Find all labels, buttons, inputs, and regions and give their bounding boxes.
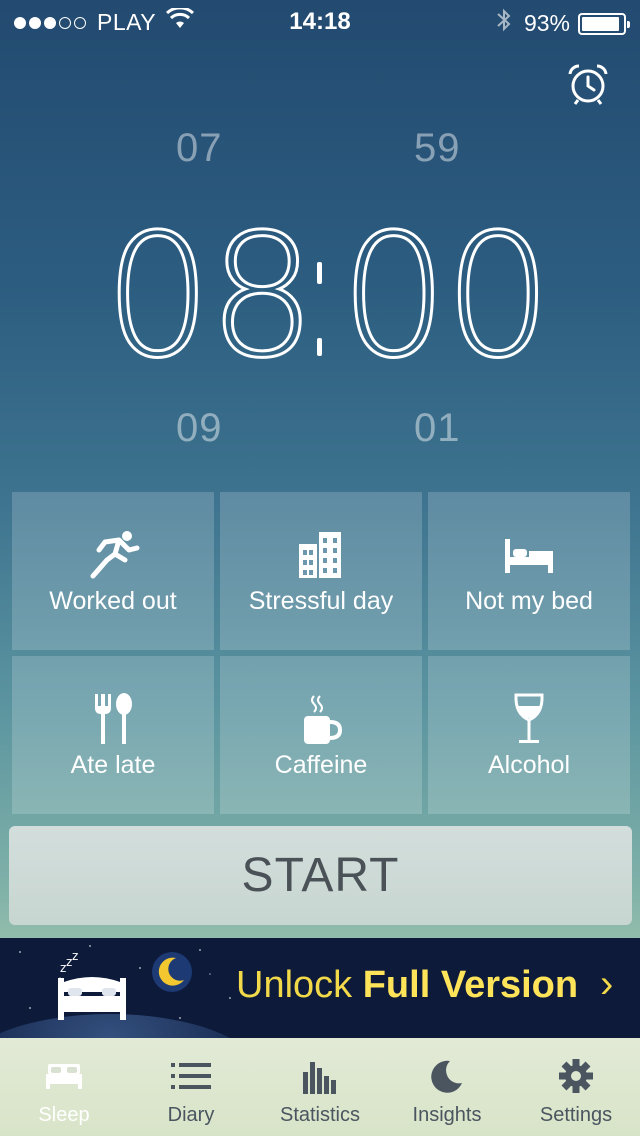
colon-top xyxy=(317,262,322,284)
gear-icon xyxy=(558,1056,594,1096)
factor-label: Worked out xyxy=(49,586,177,615)
battery-fill xyxy=(582,16,620,31)
tab-label: Insights xyxy=(412,1104,482,1126)
tab-label: Diary xyxy=(167,1104,215,1126)
tab-diary[interactable]: Diary xyxy=(127,1038,255,1136)
factor-label: Caffeine xyxy=(274,750,368,779)
minute-previous[interactable]: 59 xyxy=(414,126,461,171)
start-button[interactable]: START xyxy=(9,826,632,925)
factor-not-my-bed[interactable]: Not my bed xyxy=(428,492,630,650)
tab-statistics[interactable]: Statistics xyxy=(256,1038,384,1136)
factor-alcohol[interactable]: Alcohol xyxy=(428,656,630,814)
factor-label: Ate late xyxy=(70,750,156,779)
status-right: 93% xyxy=(496,8,630,39)
svg-text:z: z xyxy=(72,952,78,963)
battery-tip xyxy=(627,20,630,28)
buildings-icon xyxy=(291,527,351,583)
tab-label: Statistics xyxy=(279,1104,361,1126)
colon-bottom xyxy=(317,338,322,356)
factor-label: Alcohol xyxy=(488,750,570,779)
fork-spoon-icon xyxy=(83,691,143,747)
minute-next[interactable]: 01 xyxy=(414,406,461,451)
tab-bar: Sleep Diary Statistics Insights Settings xyxy=(0,1038,640,1136)
alarm-clock-icon[interactable] xyxy=(566,62,610,106)
hour-next[interactable]: 09 xyxy=(176,406,223,451)
battery-percent: 93% xyxy=(523,10,570,36)
tab-label: Settings xyxy=(539,1104,613,1126)
moon-icon xyxy=(430,1056,464,1096)
factor-worked-out[interactable]: Worked out xyxy=(12,492,214,650)
running-icon xyxy=(83,527,143,583)
sleep-factors-grid: Worked out Stressful day Not my bed Ate … xyxy=(12,492,630,814)
bar-chart-icon xyxy=(302,1056,338,1096)
bed-icon xyxy=(499,527,559,583)
status-bar: PLAY 14:18 93% xyxy=(0,0,640,40)
bluetooth-icon xyxy=(496,8,512,39)
hour-previous[interactable]: 07 xyxy=(176,126,223,171)
factor-ate-late[interactable]: Ate late xyxy=(12,656,214,814)
unlock-text-plain: Unlock xyxy=(236,964,363,1006)
unlock-text-bold: Full Version xyxy=(362,964,579,1006)
bed-zzz-icon: z z z xyxy=(56,949,128,1029)
moon-badge-icon xyxy=(150,950,194,999)
tab-sleep[interactable]: Sleep xyxy=(0,1038,128,1136)
battery-icon xyxy=(578,12,630,35)
chevron-right-icon: › xyxy=(600,962,614,1006)
bed-icon xyxy=(44,1056,84,1096)
unlock-text: Unlock Full Version xyxy=(236,964,578,1007)
wine-glass-icon xyxy=(499,691,559,747)
factor-label: Stressful day xyxy=(248,586,394,615)
hour-value[interactable]: 08 xyxy=(102,211,317,384)
factor-stressful-day[interactable]: Stressful day xyxy=(220,492,422,650)
tab-insights[interactable]: Insights xyxy=(383,1038,511,1136)
coffee-cup-icon xyxy=(291,691,351,747)
factor-caffeine[interactable]: Caffeine xyxy=(220,656,422,814)
unlock-banner[interactable]: z z z Unlock Full Version › xyxy=(0,938,640,1038)
minute-value[interactable]: 00 xyxy=(338,211,553,384)
list-icon xyxy=(171,1056,211,1096)
tab-settings[interactable]: Settings xyxy=(512,1038,640,1136)
factor-label: Not my bed xyxy=(465,586,593,615)
tab-label: Sleep xyxy=(38,1104,90,1126)
